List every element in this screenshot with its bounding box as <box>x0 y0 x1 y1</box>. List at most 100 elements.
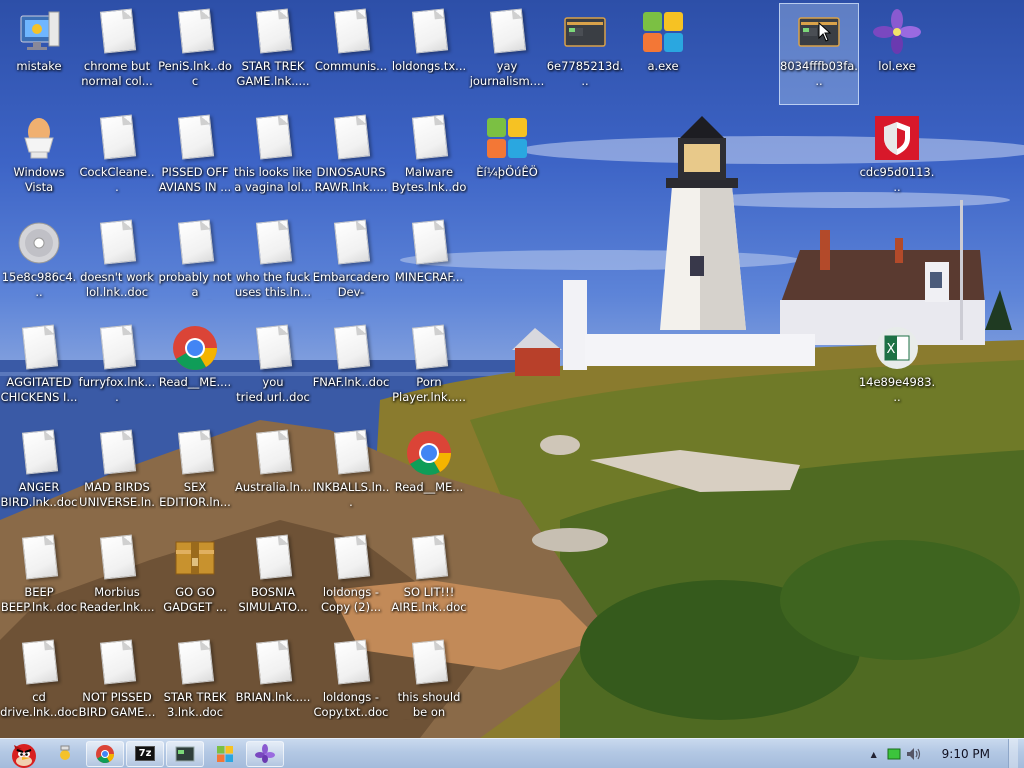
desktop-icon[interactable]: ANGER BIRD.lnk..doc <box>0 425 78 525</box>
document-icon <box>171 219 219 267</box>
document-icon <box>405 534 453 582</box>
desktop-icon[interactable]: loldongs.tx... <box>390 4 468 104</box>
desktop-icon-label: probably not a rogue.lnk.... <box>158 270 232 299</box>
desktop-icon[interactable]: doesn't work lol.lnk..doc <box>78 215 156 315</box>
document-icon <box>405 114 453 162</box>
desktop-icon[interactable]: probably not a rogue.lnk.... <box>156 215 234 315</box>
desktop-icon[interactable]: Windows Vista <box>0 110 78 210</box>
desktop-icon[interactable]: PeniS.lnk..doc <box>156 4 234 104</box>
desktop-icon-label: STAR TREK 3.lnk..doc <box>163 690 227 719</box>
document-icon <box>327 534 375 582</box>
start-button[interactable] <box>0 739 44 768</box>
system-tray: ▲ 9:10 PM <box>864 739 1018 768</box>
desktop-icon[interactable]: DINOSAURS RAWR.lnk..... <box>312 110 390 210</box>
document-icon <box>171 8 219 56</box>
taskbar-button-windows[interactable] <box>206 741 244 767</box>
desktop-icon-label: yay journalism.... <box>469 59 545 88</box>
desktop-icon[interactable]: Communis... <box>312 4 390 104</box>
desktop-icon[interactable]: cd drive.lnk..doc <box>0 635 78 735</box>
desktop-icon[interactable]: furryfox.lnk.... <box>78 320 156 420</box>
angry-bird-start-icon <box>12 743 36 768</box>
desktop-icon[interactable]: yay journalism.... <box>468 4 546 104</box>
desktop-icon[interactable]: Australia.ln... <box>234 425 312 525</box>
speaker-icon <box>906 748 920 760</box>
chrome-icon <box>405 429 453 477</box>
desktop-icon[interactable]: 6e7785213d... <box>546 4 624 104</box>
desktop-icon[interactable]: GO GO GADGET ... <box>156 530 234 630</box>
desktop-icon-label: MAD BIRDS UNIVERSE.ln... <box>79 480 155 509</box>
desktop-icon-label: Èí¼þÖúÊÖ <box>476 165 538 179</box>
desktop-icon-label: 6e7785213d... <box>546 59 624 88</box>
desktop-icon-label: lol.exe <box>878 59 916 73</box>
taskbar-button-sun[interactable] <box>46 741 84 767</box>
desktop-icon-label: you tried.url..doc <box>236 375 310 404</box>
desktop-icon[interactable]: chrome but normal col... <box>78 4 156 104</box>
desktop-icon-label: this looks like a vagina lol... <box>234 165 312 194</box>
clock[interactable]: 9:10 PM <box>942 747 990 761</box>
show-desktop-button[interactable] <box>1008 739 1018 768</box>
desktop-icon-label: DINOSAURS RAWR.lnk..... <box>314 165 388 194</box>
desktop-icon[interactable]: Embarcadero Dev-C++.ln... <box>312 215 390 315</box>
desktop-icon[interactable]: MAD BIRDS UNIVERSE.ln... <box>78 425 156 525</box>
document-icon <box>483 8 531 56</box>
desktop-icon[interactable]: Porn Player.lnk..... <box>390 320 468 420</box>
desktop-icon[interactable]: Malware Bytes.lnk..doc <box>390 110 468 210</box>
desktop-icon-label: loldongs.tx... <box>391 59 467 73</box>
desktop-icon[interactable]: CockCleane... <box>78 110 156 210</box>
taskbar-button-chrome[interactable] <box>86 740 124 767</box>
document-icon <box>171 639 219 687</box>
desktop-icon-label: Communis... <box>314 59 388 73</box>
desktop-icon[interactable]: X 14e89e4983... <box>858 320 936 420</box>
tray-volume[interactable] <box>904 744 924 764</box>
document-icon <box>405 219 453 267</box>
desktop-icon[interactable]: PISSED OFF AVIANS IN ... <box>156 110 234 210</box>
desktop-icon[interactable]: MINECRAF... <box>390 215 468 315</box>
desktop-icon[interactable]: BRIAN.lnk..... <box>234 635 312 735</box>
desktop-icon[interactable]: BOSNIA SIMULATO... <box>234 530 312 630</box>
desktop-icon[interactable]: Read__ME... <box>390 425 468 525</box>
tray-network[interactable] <box>884 744 904 764</box>
desktop-icon[interactable]: SEX EDITIOR.ln... <box>156 425 234 525</box>
tray-overflow-chevron[interactable]: ▲ <box>864 744 884 764</box>
desktop-icon-label: BOSNIA SIMULATO... <box>238 585 308 614</box>
desktop-icon[interactable]: 8034fffb03fa... <box>779 3 859 105</box>
desktop-icon[interactable]: this should be on vinesauc... <box>390 635 468 735</box>
taskbar-button-lol-exe[interactable] <box>246 740 284 767</box>
desktop[interactable]: mistake chrome but normal col... PeniS.lnk… <box>0 0 1024 738</box>
desktop-icon[interactable]: FNAF.lnk..doc <box>312 320 390 420</box>
desktop-icon[interactable]: loldongs - Copy.txt..doc <box>312 635 390 735</box>
desktop-icon[interactable]: a.exe <box>624 4 702 104</box>
desktop-icon[interactable]: Read__ME.... <box>156 320 234 420</box>
windows-logo-icon <box>217 745 233 762</box>
document-icon <box>327 639 375 687</box>
desktop-icon[interactable]: BEEP BEEP.lnk..doc <box>0 530 78 630</box>
desktop-icon[interactable]: STAR TREK 3.lnk..doc <box>156 635 234 735</box>
desktop-icon[interactable]: AGGITATED CHICKENS I... <box>0 320 78 420</box>
taskbar-button-7zip[interactable]: 7z <box>126 740 164 767</box>
desktop-icon[interactable]: loldongs - Copy (2)... <box>312 530 390 630</box>
window-app-icon <box>561 8 609 56</box>
taskbar-button-window-app[interactable] <box>166 740 204 767</box>
desktop-icon[interactable]: you tried.url..doc <box>234 320 312 420</box>
desktop-icon-label: NOT PISSED BIRD GAME... <box>78 690 156 719</box>
desktop-icon-label: GO GO GADGET ... <box>163 585 227 614</box>
desktop-icon[interactable]: this looks like a vagina lol... <box>234 110 312 210</box>
desktop-icon[interactable]: STAR TREK GAME.lnk..... <box>234 4 312 104</box>
desktop-icon-label: who the fuck uses this.ln... <box>234 270 312 299</box>
desktop-icon[interactable]: mistake <box>0 4 78 104</box>
sun-icon <box>60 745 70 760</box>
document-icon <box>15 534 63 582</box>
desktop-icon-label: a.exe <box>647 59 679 73</box>
desktop-icon[interactable]: SO LIT!!! AIRE.lnk..doc <box>390 530 468 630</box>
desktop-icon-label: Read__ME... <box>394 480 464 494</box>
document-icon <box>327 324 375 372</box>
document-icon <box>249 114 297 162</box>
desktop-icon[interactable]: INKBALLS.ln... <box>312 425 390 525</box>
desktop-icon[interactable]: Èí¼þÖúÊÖ <box>468 110 546 210</box>
desktop-icon[interactable]: NOT PISSED BIRD GAME... <box>78 635 156 735</box>
desktop-icon[interactable]: 15e8c986c4... <box>0 215 78 315</box>
desktop-icon[interactable]: lol.exe <box>858 4 936 104</box>
desktop-icon[interactable]: Morbius Reader.lnk.... <box>78 530 156 630</box>
desktop-icon[interactable]: cdc95d0113... <box>858 110 936 210</box>
desktop-icon[interactable]: who the fuck uses this.ln... <box>234 215 312 315</box>
